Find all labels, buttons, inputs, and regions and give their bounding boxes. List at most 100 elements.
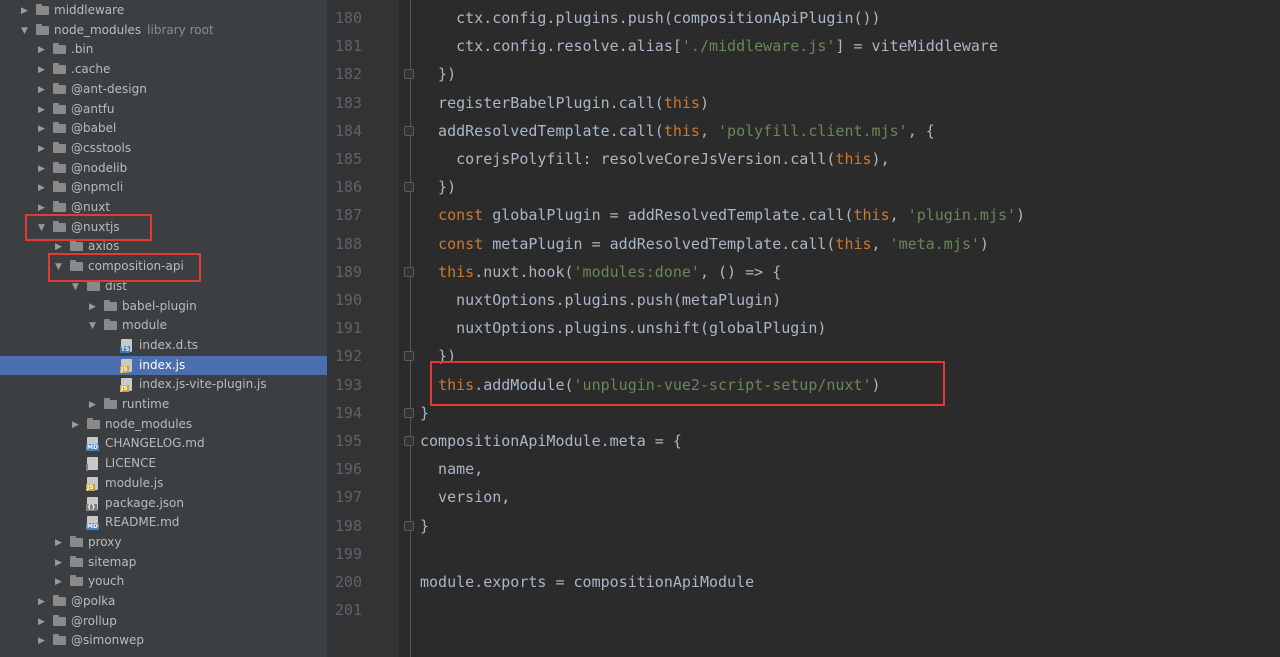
tree-row--nodelib[interactable]: ▶ @nodelib — [0, 159, 327, 179]
tree-row-node-modules[interactable]: ▼ node_modules library root — [0, 21, 327, 41]
tree-row-babel-plugin[interactable]: ▶ babel-plugin — [0, 297, 327, 317]
code-line[interactable]: } — [420, 512, 429, 540]
expand-arrow-icon[interactable]: ▼ — [20, 26, 29, 36]
expand-arrow-icon[interactable]: ▼ — [37, 223, 46, 233]
fold-marker-icon[interactable] — [404, 125, 414, 136]
collapse-arrow-icon[interactable]: ▶ — [37, 636, 46, 646]
tree-row-middleware[interactable]: ▶ middleware — [0, 1, 327, 21]
code-token: ), — [871, 150, 890, 168]
tree-row-youch[interactable]: ▶ youch — [0, 572, 327, 592]
collapse-arrow-icon[interactable]: ▶ — [37, 85, 46, 95]
code-line[interactable]: }) — [420, 60, 456, 88]
collapse-arrow-icon[interactable]: ▶ — [37, 105, 46, 115]
collapse-arrow-icon[interactable]: ▶ — [37, 617, 46, 627]
tree-row-index-d-ts[interactable]: TS index.d.ts — [0, 336, 327, 356]
collapse-arrow-icon[interactable]: ▶ — [20, 6, 29, 16]
tree-row--babel[interactable]: ▶ @babel — [0, 119, 327, 139]
fold-marker-icon[interactable] — [404, 69, 414, 80]
code-line[interactable]: nuxtOptions.plugins.unshift(globalPlugin… — [420, 314, 826, 342]
tree-row-dist[interactable]: ▼ dist — [0, 277, 327, 297]
tree-row--antfu[interactable]: ▶ @antfu — [0, 100, 327, 120]
tree-row-changelog-md[interactable]: MD CHANGELOG.md — [0, 434, 327, 454]
tree-row--cache[interactable]: ▶ .cache — [0, 60, 327, 80]
tree-row-proxy[interactable]: ▶ proxy — [0, 533, 327, 553]
code-token: globalPlugin = addResolvedTemplate.call( — [483, 206, 854, 225]
code-token: this — [663, 93, 700, 112]
tree-row-sitemap[interactable]: ▶ sitemap — [0, 553, 327, 573]
code-token: 'meta.mjs' — [889, 234, 980, 253]
folder-icon — [53, 102, 67, 116]
code-line[interactable]: this.nuxt.hook('modules:done', () => { — [420, 258, 781, 286]
tree-row-package-json[interactable]: {} package.json — [0, 494, 327, 514]
collapse-arrow-icon[interactable]: ▶ — [71, 420, 80, 430]
code-line[interactable]: module.exports = compositionApiModule — [420, 568, 754, 596]
tree-row-label: @antfu — [71, 101, 115, 116]
code-line[interactable]: }) — [420, 173, 456, 201]
collapse-arrow-icon[interactable]: ▶ — [54, 538, 63, 548]
code-line[interactable]: compositionApiModule.meta = { — [420, 427, 682, 455]
code-line[interactable]: version, — [420, 483, 510, 511]
collapse-arrow-icon[interactable]: ▶ — [88, 302, 97, 312]
code-line[interactable]: const globalPlugin = addResolvedTemplate… — [420, 201, 1025, 229]
collapse-arrow-icon[interactable]: ▶ — [37, 65, 46, 75]
code-line[interactable]: const metaPlugin = addResolvedTemplate.c… — [420, 230, 989, 258]
tree-row-label: index.js — [139, 357, 186, 372]
expand-arrow-icon[interactable]: ▼ — [54, 262, 63, 272]
code-line[interactable]: nuxtOptions.plugins.push(metaPlugin) — [420, 286, 781, 314]
collapse-arrow-icon[interactable]: ▶ — [37, 203, 46, 213]
code-line[interactable]: name, — [420, 455, 483, 483]
code-line[interactable]: this.addModule('unplugin-vue2-script-set… — [420, 371, 881, 399]
code-line[interactable]: } — [420, 399, 429, 427]
fold-marker-icon[interactable] — [404, 436, 414, 446]
tree-row--csstools[interactable]: ▶ @csstools — [0, 139, 327, 159]
code-line[interactable]: }) — [420, 342, 456, 370]
code-line[interactable]: corejsPolyfill: resolveCoreJsVersion.cal… — [420, 145, 890, 173]
collapse-arrow-icon[interactable]: ▶ — [37, 144, 46, 154]
tree-row--nuxt[interactable]: ▶ @nuxt — [0, 198, 327, 218]
fold-marker-icon[interactable] — [404, 266, 414, 277]
fold-marker-icon[interactable] — [404, 407, 414, 418]
fold-marker-icon[interactable] — [404, 182, 414, 193]
file-icon: JS — [86, 476, 98, 491]
code-line[interactable]: registerBabelPlugin.call(this) — [420, 89, 709, 117]
code-line[interactable]: ctx.config.plugins.push(compositionApiPl… — [420, 4, 880, 32]
code-token: addResolvedTemplate.call( — [420, 121, 664, 140]
collapse-arrow-icon[interactable]: ▶ — [37, 183, 46, 193]
collapse-arrow-icon[interactable]: ▶ — [88, 400, 97, 410]
tree-row--ant-design[interactable]: ▶ @ant-design — [0, 80, 327, 100]
collapse-arrow-icon[interactable]: ▶ — [54, 558, 63, 568]
code-line[interactable]: ctx.config.resolve.alias['./middleware.j… — [420, 32, 998, 60]
tree-row-licence[interactable]: LICENCE — [0, 454, 327, 474]
tree-row-composition-api[interactable]: ▼ composition-api — [0, 257, 327, 277]
tree-row-module-js[interactable]: JS module.js — [0, 474, 327, 494]
tree-row--polka[interactable]: ▶ @polka — [0, 592, 327, 612]
collapse-arrow-icon[interactable]: ▶ — [37, 45, 46, 55]
tree-row--rollup[interactable]: ▶ @rollup — [0, 612, 327, 632]
tree-row-runtime[interactable]: ▶ runtime — [0, 395, 327, 415]
tree-row--nuxtjs[interactable]: ▼ @nuxtjs — [0, 218, 327, 238]
expand-arrow-icon[interactable]: ▼ — [88, 321, 97, 331]
expand-arrow-icon[interactable]: ▼ — [71, 282, 80, 292]
collapse-arrow-icon[interactable]: ▶ — [37, 124, 46, 134]
fold-marker-icon[interactable] — [404, 520, 414, 531]
line-number: 190 — [334, 291, 362, 309]
collapse-arrow-icon[interactable]: ▶ — [54, 242, 63, 252]
tree-row--npmcli[interactable]: ▶ @npmcli — [0, 178, 327, 198]
tree-row-index-js[interactable]: JS index.js — [0, 355, 327, 376]
collapse-arrow-icon[interactable]: ▶ — [37, 164, 46, 174]
tree-row-index-js-vite-plugin-js[interactable]: JS index.js-vite-plugin.js — [0, 375, 327, 395]
tree-row--simonwep[interactable]: ▶ @simonwep — [0, 631, 327, 651]
fold-marker-icon[interactable] — [404, 351, 414, 362]
tree-row--bin[interactable]: ▶ .bin — [0, 40, 327, 60]
tree-row-axios[interactable]: ▶ axios — [0, 237, 327, 257]
code-line[interactable]: addResolvedTemplate.call(this, 'polyfill… — [420, 117, 935, 145]
tree-row-node-modules[interactable]: ▶ node_modules — [0, 415, 327, 435]
project-tree[interactable]: ▶ middleware ▼ node_modules library root ▶ .bi… — [0, 0, 328, 657]
code-token: name, — [420, 460, 484, 479]
collapse-arrow-icon[interactable]: ▶ — [54, 577, 63, 587]
tree-row-module[interactable]: ▼ module — [0, 316, 327, 336]
file-type-badge: TS — [120, 345, 131, 353]
collapse-arrow-icon[interactable]: ▶ — [37, 597, 46, 607]
tree-row-readme-md[interactable]: MD README.md — [0, 513, 327, 533]
